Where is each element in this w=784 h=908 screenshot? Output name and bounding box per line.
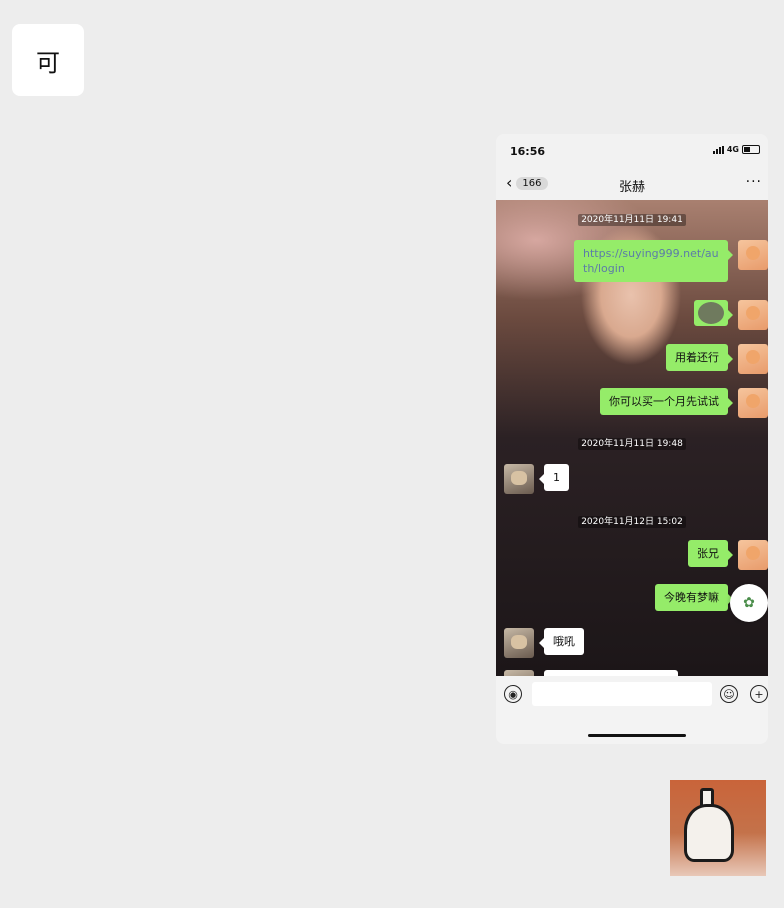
home-indicator xyxy=(588,734,686,737)
input-bar: ◉ ☺ + xyxy=(496,676,768,712)
message-text: 1 xyxy=(553,471,560,484)
media-thumbnail xyxy=(698,302,724,324)
message-bubble-out[interactable]: 用着还行 xyxy=(666,344,733,371)
emoji-icon[interactable]: ☺ xyxy=(720,685,738,703)
network-label: 4G xyxy=(726,145,739,154)
sticker-image[interactable] xyxy=(670,780,766,876)
plus-icon[interactable]: + xyxy=(750,685,768,703)
timestamp: 2020年11月12日 15:02 xyxy=(496,514,768,528)
message-text: 张兄 xyxy=(697,547,719,560)
voice-icon[interactable]: ◉ xyxy=(504,685,522,703)
floating-mini-program-icon[interactable]: ✿ xyxy=(730,584,768,622)
message-bubble-out[interactable] xyxy=(694,300,733,326)
message-bubble-out[interactable]: 张兄 xyxy=(688,540,733,567)
avatar[interactable] xyxy=(738,300,768,330)
status-time: 16:56 xyxy=(510,145,546,158)
more-icon[interactable]: ··· xyxy=(746,174,762,190)
message-bubble[interactable]: 可 xyxy=(12,24,84,96)
avatar[interactable] xyxy=(738,240,768,270)
message-bubble-out[interactable]: https://suying999.net/auth/login xyxy=(574,240,733,282)
timestamp: 2020年11月11日 19:48 xyxy=(496,436,768,450)
avatar[interactable] xyxy=(504,464,534,494)
chat-header: ‹ 166 张赫 ··· xyxy=(496,168,768,200)
message-bubble-out[interactable]: 你可以买一个月先试试 xyxy=(600,388,733,415)
status-bar: 16:56 4G xyxy=(496,134,768,168)
message-bubble-in[interactable]: 1 xyxy=(539,464,569,491)
chat-title: 张赫 xyxy=(618,180,645,195)
avatar[interactable] xyxy=(738,388,768,418)
message-link[interactable]: https://suying999.net/auth/login xyxy=(583,247,719,275)
message-text: 用着还行 xyxy=(675,351,719,364)
message-bubble-out[interactable]: 今晚有梦嘛 xyxy=(655,584,733,611)
status-indicators: 4G xyxy=(712,145,760,154)
message-bubble-in[interactable]: 哦吼 xyxy=(539,628,584,655)
message-text: 今晚有梦嘛 xyxy=(664,591,719,604)
message-text: 哦吼 xyxy=(553,635,575,648)
avatar[interactable] xyxy=(738,540,768,570)
battery-icon xyxy=(742,145,760,154)
avatar[interactable] xyxy=(504,628,534,658)
chat-screenshot-image[interactable]: 16:56 4G ‹ 166 张赫 ··· 2020年11月11日 19:41 … xyxy=(496,134,768,744)
chat-messages-area: 2020年11月11日 19:41 https://suying999.net/… xyxy=(496,200,768,676)
signal-icon xyxy=(712,145,724,154)
message-input[interactable] xyxy=(532,682,712,706)
message-text: 可 xyxy=(36,48,60,77)
message-text: 你可以买一个月先试试 xyxy=(609,395,719,408)
timestamp: 2020年11月11日 19:41 xyxy=(496,212,768,226)
sticker-hand-icon xyxy=(684,804,734,862)
avatar[interactable] xyxy=(738,344,768,374)
